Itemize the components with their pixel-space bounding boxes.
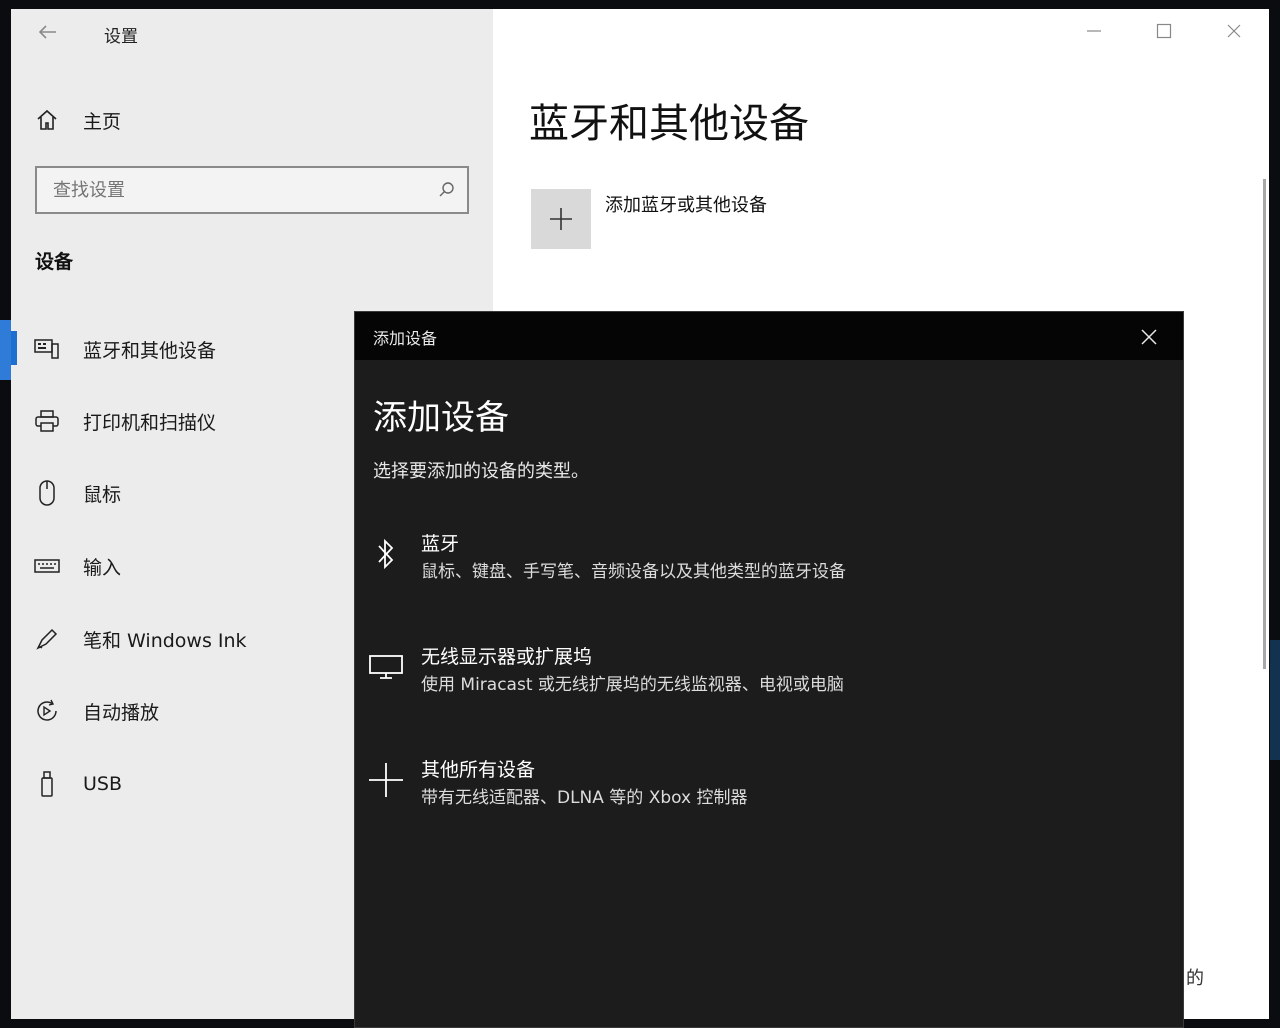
desktop-accent-right [1270,640,1280,760]
sidebar-item-label: 输入 [83,556,122,579]
search-input[interactable] [53,179,427,201]
option-title: 无线显示器或扩展坞 [421,646,593,668]
page-title: 蓝牙和其他设备 [529,101,809,147]
dialog-subtitle: 选择要添加的设备的类型。 [373,461,589,482]
partial-text: 的 [1186,968,1204,989]
option-description: 使用 Miracast 或无线扩展坞的无线监视器、电视或电脑 [421,675,844,695]
close-icon [1141,329,1157,345]
plus-icon [550,208,572,230]
minimize-button[interactable] [1059,9,1129,53]
sidebar-item-label: 鼠标 [83,483,122,506]
section-title: 设备 [35,251,74,273]
option-description: 带有无线适配器、DLNA 等的 Xbox 控制器 [421,788,748,808]
option-title: 蓝牙 [421,533,460,555]
back-arrow-icon[interactable] [35,21,59,45]
add-device-dialog: 添加设备 添加设备 选择要添加的设备的类型。 蓝牙 鼠标、键盘、手写笔、音频设备… [354,311,1184,1028]
printer-icon [33,407,61,435]
search-icon[interactable] [427,170,467,210]
app-title: 设置 [104,27,138,47]
option-wireless-display[interactable]: 无线显示器或扩展坞 使用 Miracast 或无线扩展坞的无线监视器、电视或电脑 [365,638,1165,702]
sidebar-item-label: 自动播放 [83,701,160,724]
mouse-icon [33,479,61,507]
plus-icon [365,755,407,805]
maximize-button[interactable] [1129,9,1199,53]
sidebar-item-label: 笔和 Windows Ink [83,629,247,652]
sidebar-item-label: USB [83,773,123,795]
option-title: 其他所有设备 [421,759,536,781]
window-controls [1059,9,1269,53]
sidebar-item-home[interactable]: 主页 [33,104,453,136]
dialog-heading: 添加设备 [373,398,509,438]
add-device-label[interactable]: 添加蓝牙或其他设备 [605,191,767,217]
option-description: 鼠标、键盘、手写笔、音频设备以及其他类型的蓝牙设备 [421,562,846,582]
scrollbar[interactable] [1263,179,1266,669]
search-field[interactable] [35,166,469,214]
pen-icon [33,625,61,653]
add-device-button[interactable] [531,189,591,249]
home-icon [33,106,61,134]
sidebar-item-label: 主页 [83,110,122,133]
dialog-title: 添加设备 [373,329,438,348]
bluetooth-icon [365,529,407,579]
sidebar-item-label: 打印机和扫描仪 [83,411,217,434]
close-button[interactable] [1199,9,1269,53]
option-other-devices[interactable]: 其他所有设备 带有无线适配器、DLNA 等的 Xbox 控制器 [365,751,1165,815]
monitor-icon [365,642,407,692]
dialog-titlebar: 添加设备 [355,312,1183,360]
dialog-close-button[interactable] [1131,320,1167,354]
selected-indicator [11,331,17,365]
sidebar-item-label: 蓝牙和其他设备 [83,339,217,362]
bluetooth-devices-icon [33,335,61,363]
keyboard-icon [33,552,61,580]
autoplay-icon [33,697,61,725]
usb-icon [33,770,61,798]
option-bluetooth[interactable]: 蓝牙 鼠标、键盘、手写笔、音频设备以及其他类型的蓝牙设备 [365,525,1165,589]
desktop-background: 设置 主页 设备 蓝牙和其他设备 [0,0,1280,1028]
